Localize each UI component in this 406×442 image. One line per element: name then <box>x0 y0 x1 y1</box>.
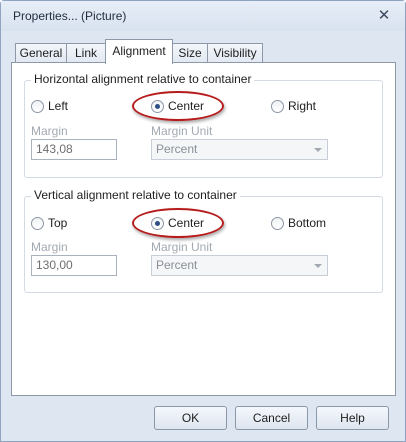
tab-alignment[interactable]: Alignment <box>105 39 173 64</box>
margin-unit-label: Margin Unit <box>151 124 213 138</box>
radio-label: Left <box>48 99 69 113</box>
radio-dot <box>271 217 284 230</box>
close-icon[interactable]: ✕ <box>377 7 391 23</box>
radio-label: Right <box>288 99 317 113</box>
horizontal-margin-input[interactable]: 143,08 <box>31 139 117 160</box>
margin-unit-label: Margin Unit <box>151 240 213 254</box>
tab-size[interactable]: Size <box>172 43 208 63</box>
horizontal-margin-unit-select[interactable]: Percent <box>151 139 328 160</box>
chevron-down-icon <box>314 264 322 268</box>
vertical-margin-input[interactable]: 130,00 <box>31 255 117 276</box>
help-button[interactable]: Help <box>316 406 389 430</box>
radio-label: Center <box>168 99 205 113</box>
radio-label: Top <box>48 216 68 230</box>
radio-dot <box>271 100 284 113</box>
radio-label: Bottom <box>288 216 327 230</box>
properties-dialog: Properties... (Picture) ✕ General Link A… <box>0 0 406 442</box>
vertical-margin-unit-select[interactable]: Percent <box>151 255 328 276</box>
select-value: Percent <box>156 142 198 156</box>
chevron-down-icon <box>314 148 322 152</box>
horizontal-alignment-group: Horizontal alignment relative to contain… <box>24 72 383 178</box>
horizontal-group-title: Horizontal alignment relative to contain… <box>31 72 255 86</box>
margin-label: Margin <box>31 124 68 138</box>
cancel-button[interactable]: Cancel <box>235 406 308 430</box>
select-value: Percent <box>156 258 198 272</box>
ok-button[interactable]: OK <box>154 406 227 430</box>
tab-visibility[interactable]: Visibility <box>207 43 263 63</box>
radio-dot <box>151 100 164 113</box>
tab-link[interactable]: Link <box>66 43 106 63</box>
alignment-panel: Horizontal alignment relative to contain… <box>11 62 396 396</box>
vertical-group-title: Vertical alignment relative to container <box>31 188 240 202</box>
radio-label: Center <box>168 216 205 230</box>
window-title: Properties... (Picture) <box>13 9 127 23</box>
radio-dot <box>151 217 164 230</box>
tab-general[interactable]: General <box>15 43 67 63</box>
radio-dot <box>31 100 44 113</box>
margin-label: Margin <box>31 240 68 254</box>
vertical-alignment-group: Vertical alignment relative to container… <box>24 188 383 293</box>
radio-dot <box>31 217 44 230</box>
title-bar: Properties... (Picture) ✕ <box>1 1 405 31</box>
